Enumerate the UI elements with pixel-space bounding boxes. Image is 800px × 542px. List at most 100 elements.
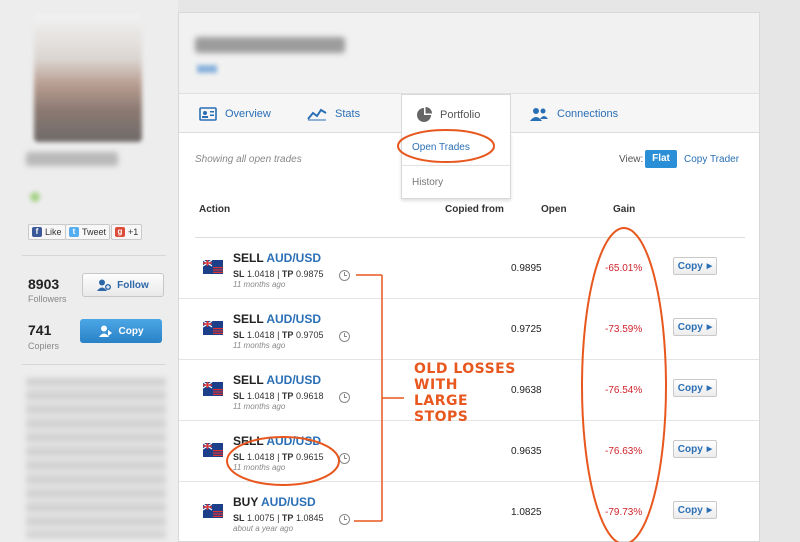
tab-connections-label: Connections (557, 108, 619, 120)
sl-value: 1.0418 (247, 391, 275, 401)
aud-usd-flag-icon (203, 382, 223, 396)
google-plus-button[interactable]: g +1 (111, 224, 143, 240)
view-copy-trader-link[interactable]: Copy Trader (684, 154, 739, 165)
people-icon (530, 108, 548, 121)
instrument-link[interactable]: AUD/USD (266, 373, 321, 387)
instrument-link[interactable]: AUD/USD (266, 434, 321, 448)
sl-value: 1.0075 (247, 513, 275, 523)
follow-button[interactable]: Follow (82, 273, 164, 297)
column-action: Action (199, 204, 231, 215)
dropdown-divider (402, 165, 510, 166)
trade-direction: SELL AUD/USD (233, 251, 321, 265)
like-label: Like (45, 227, 62, 237)
aud-usd-flag-icon (203, 443, 223, 457)
table-row: SELL AUD/USD SL 1.0418 | TP 0.9615 11 mo… (179, 421, 759, 482)
trade-direction: SELL AUD/USD (233, 434, 321, 448)
annotation-text: OLD LOSSES WITH LARGE STOPS (414, 361, 516, 425)
open-price: 0.9635 (511, 446, 542, 457)
copy-trade-button[interactable]: Copy ▶ (673, 440, 717, 458)
caret-right-icon: ▶ (706, 507, 713, 514)
tp-value: 1.0845 (295, 513, 324, 523)
copy-label: Copy (677, 382, 703, 394)
sl-label: SL (233, 269, 245, 279)
caret-right-icon: ▶ (706, 446, 713, 453)
clock-icon (339, 514, 350, 525)
trade-age: 11 months ago (233, 341, 286, 350)
trade-direction: SELL AUD/USD (233, 312, 321, 326)
trade-age: 11 months ago (233, 463, 286, 472)
trade-direction: BUY AUD/USD (233, 495, 316, 509)
annotation-line: LARGE (414, 393, 469, 409)
copy-label: Copy (677, 443, 703, 455)
tp-label: TP (281, 330, 294, 340)
copiers-count: 741 (28, 322, 52, 338)
tab-overview-label: Overview (225, 108, 271, 120)
blurred-subtitle (197, 65, 217, 73)
caret-right-icon: ▶ (706, 385, 713, 392)
open-price: 1.0825 (511, 507, 542, 518)
menu-item-open-trades[interactable]: Open Trades (412, 142, 470, 153)
sl-value: 1.0418 (247, 452, 275, 462)
view-label: View: (619, 154, 644, 165)
clock-icon (339, 392, 350, 403)
trade-age: 11 months ago (233, 280, 286, 289)
trade-direction: SELL AUD/USD (233, 373, 321, 387)
sl-value: 1.0418 (247, 330, 275, 340)
trader-header (179, 13, 759, 93)
facebook-like-button[interactable]: f Like (28, 224, 66, 240)
stop-loss-take-profit: SL 1.0418 | TP 0.9875 (233, 269, 324, 279)
add-user-icon (97, 279, 112, 291)
copy-label: Copy (118, 325, 144, 337)
divider (22, 364, 166, 365)
copy-trade-button[interactable]: Copy ▶ (673, 501, 717, 519)
stop-loss-take-profit: SL 1.0075 | TP 1.0845 (233, 513, 324, 523)
tp-label: TP (281, 391, 294, 401)
sl-label: SL (233, 391, 245, 401)
annotation-line: OLD LOSSES (414, 361, 516, 377)
tp-value: 0.9618 (295, 391, 324, 401)
stop-loss-take-profit: SL 1.0418 | TP 0.9705 (233, 330, 324, 340)
column-open: Open (541, 204, 567, 215)
tab-stats[interactable]: Stats (303, 94, 364, 134)
gain-value: -76.54% (605, 385, 643, 396)
follow-label: Follow (117, 279, 149, 291)
clock-icon (339, 331, 350, 342)
blurred-trader-name (195, 37, 345, 53)
gain-value: -73.59% (605, 324, 643, 335)
open-price: 0.9725 (511, 324, 542, 335)
side-label: SELL (233, 373, 264, 387)
sl-value: 1.0418 (247, 269, 275, 279)
profile-sidebar: f Like t Tweet g +1 8903 Followers Follo… (0, 0, 178, 542)
side-label: BUY (233, 495, 259, 509)
portfolio-dropdown: Open Trades History (401, 133, 511, 199)
copy-trader-button[interactable]: Copy (80, 319, 162, 343)
instrument-link[interactable]: AUD/USD (266, 312, 321, 326)
annotation-line: WITH (414, 377, 458, 393)
copy-trade-button[interactable]: Copy ▶ (673, 318, 717, 336)
avatar (34, 14, 142, 142)
stop-loss-take-profit: SL 1.0418 | TP 0.9618 (233, 391, 324, 401)
copy-trade-button[interactable]: Copy ▶ (673, 379, 717, 397)
menu-item-history[interactable]: History (412, 177, 443, 188)
tweet-button[interactable]: t Tweet (65, 224, 111, 240)
copy-user-icon (98, 325, 112, 337)
instrument-link[interactable]: AUD/USD (266, 251, 321, 265)
aud-usd-flag-icon (203, 321, 223, 335)
tab-stats-label: Stats (335, 108, 361, 120)
instrument-link[interactable]: AUD/USD (261, 495, 316, 509)
tp-value: 0.9875 (295, 269, 324, 279)
gain-value: -76.63% (605, 446, 643, 457)
copy-trade-button[interactable]: Copy ▶ (673, 257, 717, 275)
clock-icon (339, 453, 350, 464)
tab-portfolio[interactable]: Portfolio (401, 94, 511, 135)
tab-overview[interactable]: Overview (195, 94, 275, 134)
column-gain: Gain (613, 204, 636, 215)
tp-label: TP (281, 452, 294, 462)
tab-connections[interactable]: Connections (525, 94, 622, 134)
blurred-status (30, 192, 40, 202)
side-label: SELL (233, 434, 264, 448)
trader-main-panel: Overview Stats Portfolio Connections Ope… (178, 12, 760, 542)
view-flat-button[interactable]: Flat (645, 150, 677, 168)
copy-label: Copy (677, 260, 703, 272)
annotation-line: STOPS (414, 409, 469, 425)
